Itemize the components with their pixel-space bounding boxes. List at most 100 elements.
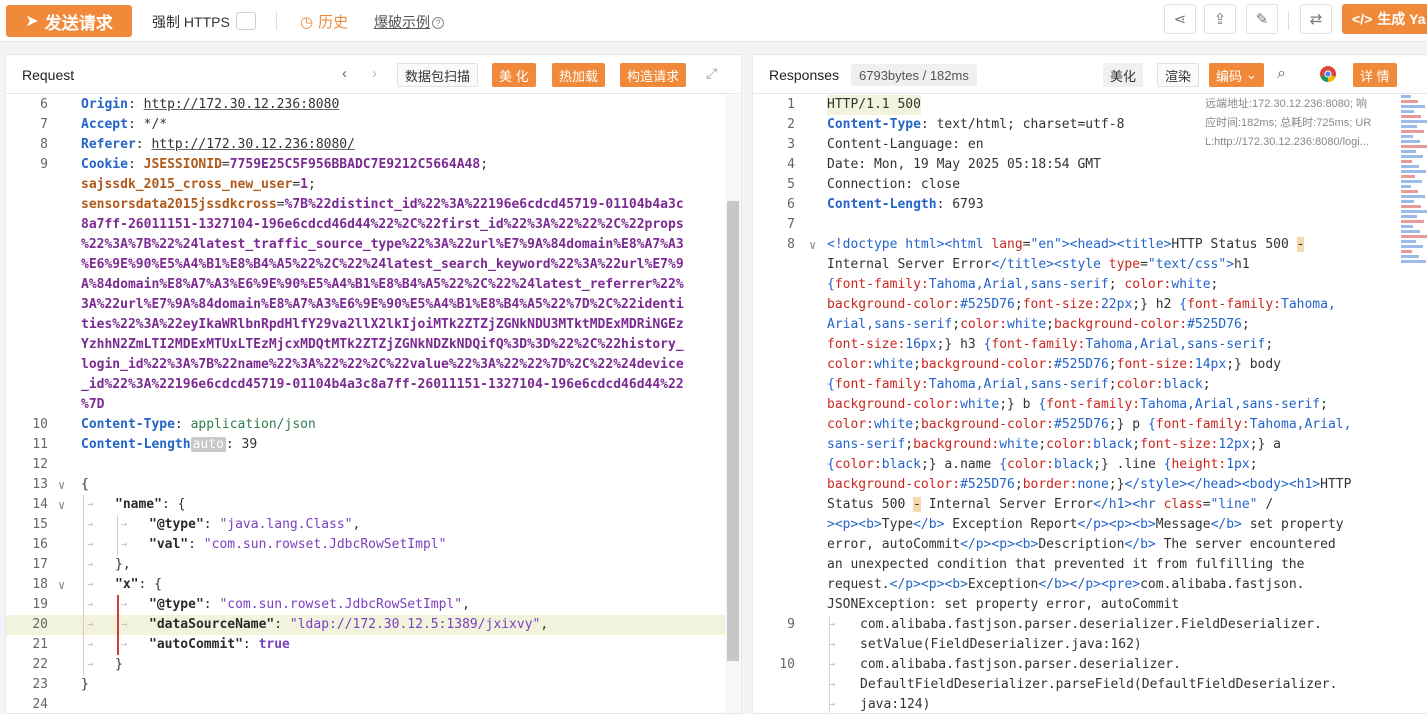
tab-arrow-icon: → — [87, 599, 94, 610]
chevron-left-icon[interactable]: ‹ — [342, 65, 347, 82]
edit-button[interactable]: ✎ — [1246, 4, 1278, 34]
minimap-line — [1401, 245, 1423, 248]
search-icon[interactable]: ⌕ — [1277, 65, 1286, 83]
fold-toggle-icon[interactable]: ∨ — [809, 235, 816, 255]
code-token: none — [1077, 477, 1109, 492]
code-token: ; — [905, 437, 914, 452]
code-token: sensorsdata2015jssdkcross — [81, 197, 277, 212]
code-token: The server encountered — [1155, 537, 1336, 552]
tab-arrow-icon: → — [121, 619, 128, 630]
code-line: 3A%22url%E7%9A%84domain%E8%A7%A3%E6%9E%9… — [6, 295, 741, 315]
chevron-right-icon[interactable]: › — [372, 65, 377, 82]
response-beautify-button[interactable]: 美化 — [1103, 63, 1144, 87]
force-https-checkbox[interactable] — [236, 12, 256, 30]
code-text: "autoCommit": true — [149, 635, 290, 655]
hotload-button[interactable]: 热加载 — [552, 63, 606, 87]
code-token: "val" — [149, 537, 189, 552]
code-token: font-family: — [1155, 417, 1250, 432]
code-token: ;} a — [1249, 437, 1282, 452]
code-token: color: — [827, 417, 874, 432]
code-token: : — [242, 637, 259, 652]
code-token: Tahoma,Arial, — [1249, 417, 1352, 432]
code-token: Tahoma, — [1281, 297, 1336, 312]
code-line: 14 ∨ → "name": { — [6, 495, 741, 515]
code-token: = — [221, 157, 230, 172]
code-token: setValue(FieldDeserializer.java:162) — [860, 637, 1142, 652]
code-token: / — [1257, 497, 1274, 512]
bruteforce-example-link[interactable]: 爆破示例? — [374, 12, 444, 32]
encoding-dropdown[interactable]: 编码 ⌄ — [1209, 63, 1264, 87]
code-token: white — [1171, 277, 1211, 292]
tab-arrow-icon: → — [121, 639, 128, 650]
request-editor[interactable]: 6 Origin: http://172.30.12.236:8080 7 Accep… — [6, 95, 741, 713]
code-line: sajssdk_2015_cross_new_user=1; — [6, 175, 741, 195]
code-token: : — [135, 137, 152, 152]
send-request-button[interactable]: ➤ 发送请求 — [6, 5, 132, 37]
scrollbar-thumb[interactable] — [727, 201, 739, 661]
code-token: "name" — [115, 497, 162, 512]
code-token: %22%3A%7B%22%24latest_traffic_source_typ… — [81, 237, 684, 252]
code-text: %E6%9E%90%E5%A4%B1%E8%B4%A5%22%2C%22%24l… — [81, 255, 684, 275]
code-text: Content-Type: application/json — [81, 415, 316, 435]
code-token: { — [827, 377, 835, 392]
swap-button[interactable]: ⇄ — [1300, 4, 1332, 34]
chrome-icon[interactable] — [1319, 65, 1337, 87]
packet-scan-button[interactable]: 数据包扫描 — [397, 63, 479, 87]
line-number: 10 — [779, 657, 795, 672]
code-token: </style></head><body><h1> — [1124, 477, 1321, 492]
tab-arrow-icon: → — [87, 559, 94, 570]
code-line: 8a7ff-26011151-1327104-196e6cdcd46d44%22… — [6, 215, 741, 235]
code-token: black — [881, 457, 921, 472]
code-token: Accept — [81, 117, 128, 132]
code-line: 18 ∨ → "x": { — [6, 575, 741, 595]
code-minimap[interactable] — [1401, 95, 1427, 285]
code-token: Internal Server Error — [920, 497, 1094, 512]
code-token: HTTP Status 500 — [1171, 237, 1297, 252]
code-token: "@type" — [149, 597, 204, 612]
code-token: type — [1108, 257, 1141, 272]
code-token: background-color: — [1054, 317, 1188, 332]
minimap-line — [1401, 170, 1426, 173]
render-button[interactable]: 渲染 — [1157, 63, 1200, 87]
code-token: background-color: — [827, 297, 961, 312]
line-number: 7 — [40, 117, 48, 132]
code-token: ; — [913, 417, 921, 432]
beautify-button[interactable]: 美 化 — [492, 63, 536, 87]
share-button[interactable]: ⋖ — [1164, 4, 1196, 34]
code-token: java:124) — [860, 697, 931, 712]
code-token: > — [1226, 257, 1235, 272]
code-token: HTTP/1.1 500 — [827, 97, 921, 112]
fold-toggle-icon[interactable]: ∨ — [58, 475, 65, 495]
code-token: ; — [1320, 397, 1328, 412]
code-token: %E6%9E%90%E5%A4%B1%E8%B4%A5%22%2C%22%24l… — [81, 257, 684, 272]
share-icon: ⋖ — [1173, 11, 1187, 28]
code-token: http://172.30.12.236:8080/ — [151, 137, 355, 152]
code-token: ; — [307, 177, 316, 192]
code-token: sans-serif — [827, 437, 906, 452]
response-editor[interactable]: 1 HTTP/1.1 500 2 Content-Type: text/html; c… — [753, 95, 1427, 713]
export-button[interactable]: ⇪ — [1204, 4, 1236, 34]
code-text: ><p><b>Type</b> Exception Report</p><p><… — [827, 515, 1344, 535]
code-text: Arial,sans-serif;color:white;background-… — [827, 315, 1250, 335]
code-token: Date: Mon, 19 May 2025 05:18:54 GMT — [827, 157, 1101, 172]
expand-icon[interactable]: ⤢ — [706, 65, 717, 82]
code-token: white — [873, 357, 914, 372]
code-text: A%84domain%E8%A7%A3%E6%9E%90%E5%A4%B1%E8… — [81, 275, 684, 295]
code-token: "com.sun.rowset.JdbcRowSetImpl" — [219, 597, 463, 612]
tab-arrow-icon: → — [829, 619, 836, 630]
generate-yaml-button[interactable]: </> 生成 Ya — [1342, 4, 1427, 34]
code-line: 4 Date: Mon, 19 May 2025 05:18:54 GMT — [753, 155, 1427, 175]
details-button[interactable]: 详 情 — [1353, 63, 1397, 87]
code-token: 8a7ff-26011151-1327104-196e6cdcd46d44%22… — [81, 217, 684, 232]
minimap-line — [1401, 200, 1414, 203]
code-token: font-family: — [991, 337, 1086, 352]
code-token: font-family: — [1187, 297, 1281, 312]
fold-toggle-icon[interactable]: ∨ — [58, 495, 65, 515]
request-scrollbar[interactable] — [725, 95, 741, 713]
history-button[interactable]: ◷ 历史 — [300, 11, 348, 32]
code-token: #525D76 — [960, 297, 1015, 312]
minimap-line — [1401, 175, 1415, 178]
fold-toggle-icon[interactable]: ∨ — [58, 575, 65, 595]
code-line: Status 500 - Internal Server Error</h1><… — [753, 495, 1427, 515]
construct-request-button[interactable]: 构造请求 — [620, 63, 687, 87]
